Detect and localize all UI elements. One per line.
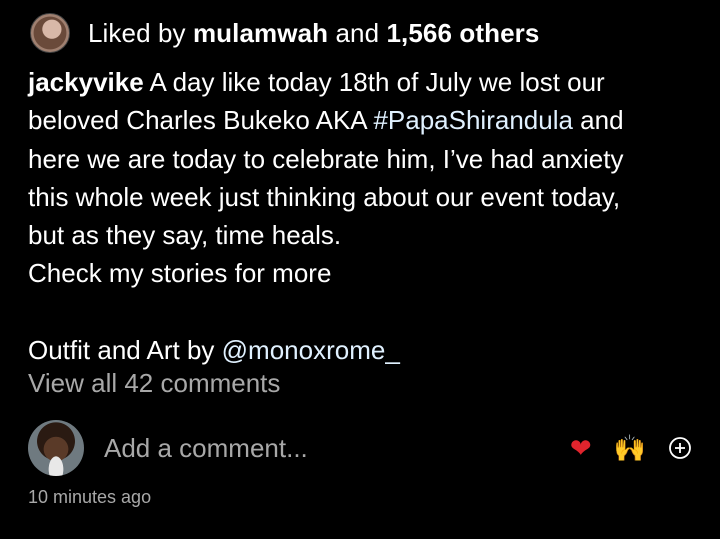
raised-hands-reaction-icon[interactable]: 🙌 [614, 435, 646, 461]
hashtag-link[interactable]: #PapaShirandula [373, 105, 573, 135]
view-all-comments-link[interactable]: View all 42 comments [28, 368, 280, 399]
add-comment-row: Add a comment... ❤ 🙌 [28, 420, 692, 476]
likes-middle: and [335, 17, 380, 48]
mention-link[interactable]: @monoxrome_ [222, 335, 400, 365]
likes-row[interactable]: Liked by mulamwah and 1,566 others [30, 13, 539, 53]
liker-username[interactable]: mulamwah [193, 18, 328, 48]
caption-text: and [572, 105, 624, 136]
caption-text: Outfit and Art by [28, 335, 222, 366]
caption-line: here we are today to celebrate him, I’ve… [28, 143, 624, 174]
caption-line: jackyvike A day like today 18th of July … [28, 63, 700, 101]
caption-text: beloved Charles Bukeko AKA [28, 105, 374, 136]
plus-circle-icon[interactable] [668, 436, 692, 460]
caption-text: A day like today 18th of July we lost ou… [143, 67, 605, 97]
caption-username[interactable]: jackyvike [28, 67, 144, 97]
liker-avatar[interactable] [30, 13, 70, 53]
add-comment-input[interactable]: Add a comment... [104, 433, 548, 464]
heart-reaction-icon[interactable]: ❤ [570, 435, 592, 461]
current-user-avatar [28, 420, 84, 476]
caption-line: but as they say, time heals. [28, 220, 342, 251]
post-timestamp: 10 minutes ago [28, 487, 152, 507]
caption-line: beloved Charles Bukeko AKA #PapaShirandu… [28, 101, 700, 139]
caption-line: Outfit and Art by @monoxrome_ [28, 331, 700, 369]
likes-prefix: Liked by [88, 17, 186, 48]
likes-text: Liked by mulamwah and 1,566 others [88, 18, 539, 49]
likes-count[interactable]: 1,566 others [386, 18, 539, 48]
caption-line: this whole week just thinking about our … [28, 181, 621, 212]
caption-line: Check my stories for more [28, 258, 332, 289]
post-caption: jackyvike A day like today 18th of July … [28, 63, 700, 369]
